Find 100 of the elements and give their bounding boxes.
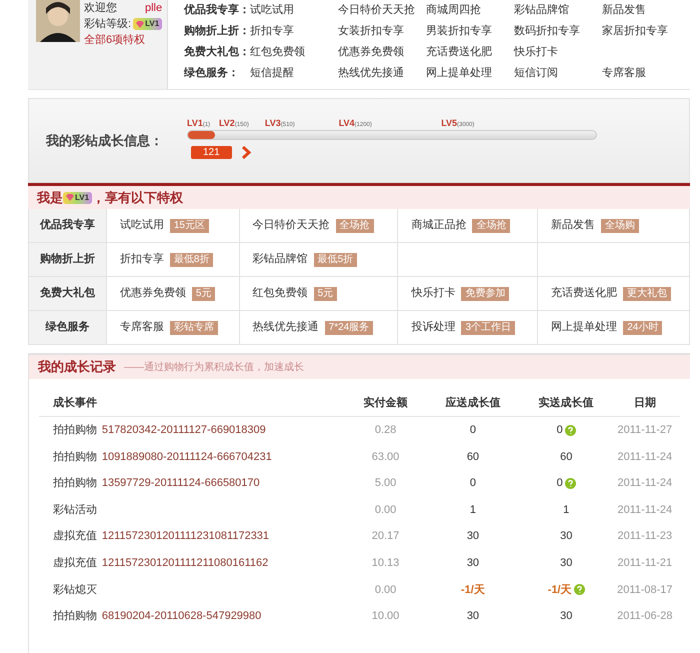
row-label: 免费大礼包	[29, 277, 107, 310]
given-cell-text: 60	[560, 450, 572, 465]
privilege-name[interactable]: 折扣专享	[120, 251, 164, 268]
amount-cell-text: 63.00	[370, 450, 400, 465]
column-header: 日期	[632, 396, 657, 412]
privilege-tag: 5元	[314, 286, 338, 300]
privilege-name[interactable]: 优惠券免费领	[120, 285, 186, 302]
help-icon[interactable]	[564, 424, 576, 436]
order-link[interactable]: 13597729-20111124-666580170	[102, 477, 260, 490]
avatar	[36, 0, 80, 42]
quick-link[interactable]: 今日特价天天抢	[338, 0, 426, 21]
level-badge: LV1	[63, 192, 92, 204]
greeting: 欢迎您	[84, 0, 117, 16]
event-cell-text: 彩钻活动	[52, 502, 98, 518]
amount-cell-text: 10.00	[370, 609, 400, 624]
quick-link[interactable]: 热线优先接通	[338, 63, 426, 84]
date-cell-text: 2011-11-21	[616, 556, 674, 572]
quick-link[interactable]: 专席客服	[602, 63, 690, 84]
given-cell-text: 30	[560, 529, 572, 544]
quick-link[interactable]: 女装折扣专享	[338, 21, 426, 42]
privilege-name[interactable]: 今日特价天天抢	[252, 217, 330, 234]
privilege-tag: 7*24服务	[324, 320, 374, 334]
category-label: 优品我专享：	[184, 2, 250, 18]
date-cell-text: 2011-08-17	[616, 582, 674, 598]
privilege-name[interactable]: 新品发售	[551, 217, 596, 234]
privilege-name[interactable]: 试吃试用	[120, 217, 164, 234]
column-header: 应送成长值	[444, 396, 502, 412]
quick-link[interactable]: 折扣专享	[250, 21, 338, 42]
date-cell-text: 2011-06-28	[616, 609, 674, 624]
category-label: 免费大礼包：	[184, 44, 250, 60]
level-label: 彩钻等级:	[84, 17, 132, 32]
quick-link[interactable]: 家居折扣专享	[602, 21, 690, 42]
quick-link[interactable]: 充话费送化肥	[426, 42, 514, 63]
quick-link[interactable]: 快乐打卡	[514, 42, 602, 63]
level-badge: LV1	[133, 18, 162, 30]
privilege-tag: 15元区	[170, 218, 209, 232]
date-cell-text: 2011-11-24	[616, 450, 674, 465]
due-cell-text: 30	[466, 529, 480, 544]
privilege-tag: 5元	[192, 286, 216, 300]
order-link[interactable]: 517820342-20111127-669018309	[102, 424, 266, 436]
order-link[interactable]: 1211572301201111231081172331	[102, 530, 270, 542]
amount-cell-text: 20.17	[370, 529, 400, 544]
user-name[interactable]: plle	[145, 0, 162, 16]
help-icon[interactable]	[564, 478, 576, 489]
amount-cell-text: 10.13	[370, 556, 400, 572]
privilege-name[interactable]: 热线优先接通	[252, 319, 319, 336]
due-cell-text: 1	[468, 502, 477, 518]
quick-link[interactable]: 短信订阅	[514, 63, 602, 84]
due-cell-text: 60	[466, 450, 480, 465]
order-link[interactable]: 1211572301201111211080161162	[102, 557, 268, 570]
date-cell-text: 2011-11-23	[616, 529, 674, 544]
help-icon[interactable]	[574, 584, 585, 596]
quick-link[interactable]: 红包免费领	[250, 42, 338, 63]
privilege-tag: 免费参加	[461, 286, 510, 300]
privilege-tag: 彩钻专席	[170, 320, 218, 334]
quick-link[interactable]: 短信提醒	[250, 63, 338, 84]
privilege-name[interactable]: 专席客服	[120, 319, 164, 336]
event-cell-text: 虚拟充值	[52, 528, 98, 544]
quick-link[interactable]: 新品发售	[602, 0, 690, 21]
privilege-name[interactable]: 快乐打卡	[411, 285, 456, 302]
due-cell-text: 0	[468, 423, 477, 438]
quick-link[interactable]: 男装折扣专享	[426, 21, 514, 42]
chevron-right-icon[interactable]	[242, 146, 252, 158]
event-cell-text: 彩钻熄灭	[52, 582, 98, 598]
quick-link[interactable]: 彩钻品牌馆	[514, 0, 602, 21]
privilege-tag: 全场购	[601, 218, 640, 232]
event-cell-text: 拍拍购物	[52, 476, 98, 492]
date-cell-text: 2011-11-27	[616, 423, 674, 438]
privilege-name[interactable]: 投诉处理	[411, 319, 456, 336]
section-title: 我的成长记录	[38, 358, 116, 376]
category-label: 购物折上折：	[184, 24, 250, 39]
amount-cell-text: 0.28	[374, 423, 398, 438]
due-cell-text: 30	[466, 556, 480, 572]
privileges-link[interactable]: 全部6项特权	[84, 32, 162, 48]
given-cell-text: 1	[563, 502, 570, 518]
given-cell-text: -1/天	[548, 582, 572, 598]
privilege-name[interactable]: 红包免费领	[252, 285, 308, 302]
column-header: 实付金额	[362, 396, 409, 412]
privilege-name[interactable]: 彩钻品牌馆	[252, 251, 308, 268]
amount-cell-text: 0.00	[374, 582, 398, 598]
amount-cell-text: 0.00	[374, 502, 398, 518]
due-cell-text: 0	[468, 476, 477, 492]
quick-link[interactable]: 优惠券免费领	[338, 42, 426, 63]
section-subtitle: ——通过购物行为累积成长值，加速成长	[124, 360, 304, 374]
quick-link[interactable]: 数码折扣专享	[514, 21, 602, 42]
privilege-name[interactable]: 网上提单处理	[551, 319, 618, 336]
category-label: 绿色服务：	[184, 66, 240, 81]
given-cell-text: 30	[560, 609, 572, 624]
privilege-tag: 3个工作日	[461, 320, 515, 334]
due-cell-text: 30	[466, 609, 480, 624]
privilege-tag: 全场抢	[472, 218, 510, 232]
quick-link[interactable]: 网上提单处理	[426, 63, 514, 84]
privilege-name[interactable]: 商城正品抢	[411, 217, 466, 234]
order-link[interactable]: 68190204-20110628-547929980	[102, 610, 262, 622]
order-link[interactable]: 1091889080-20111124-666704231	[102, 450, 272, 463]
quick-link[interactable]: 试吃试用	[250, 0, 338, 21]
column-header: 成长事件	[52, 396, 98, 412]
privilege-tag: 最低5折	[314, 252, 358, 266]
privilege-name[interactable]: 充话费送化肥	[551, 285, 618, 302]
quick-link[interactable]: 商城周四抢	[426, 0, 514, 21]
